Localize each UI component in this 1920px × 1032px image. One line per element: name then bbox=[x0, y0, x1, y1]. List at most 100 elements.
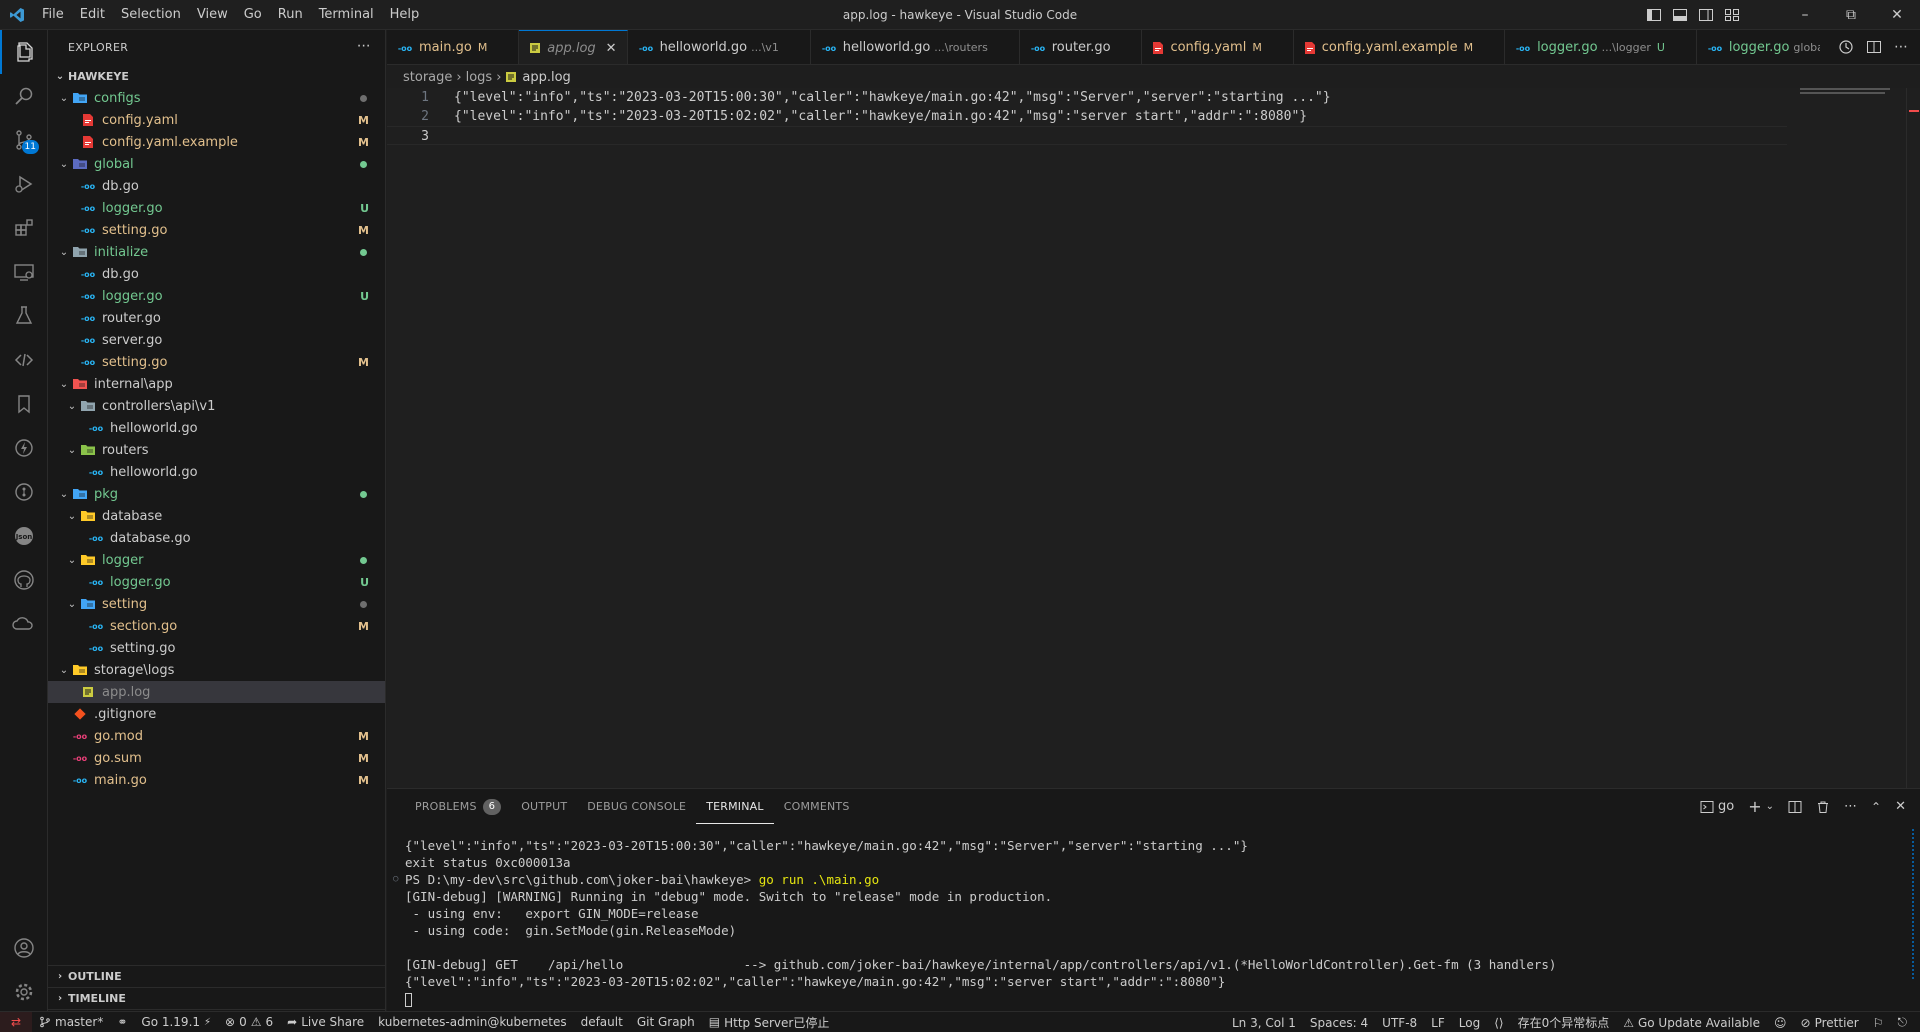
tree-file[interactable]: -oo router.go bbox=[48, 307, 385, 329]
maximize-panel-chevron-up-icon[interactable]: ⌃ bbox=[1871, 800, 1881, 814]
tree-folder[interactable]: ⌄ configs bbox=[48, 87, 385, 109]
sync-icon[interactable]: ⚭ bbox=[110, 1015, 134, 1029]
split-editor-icon[interactable] bbox=[1866, 39, 1882, 55]
tree-folder[interactable]: ⌄ internal\app bbox=[48, 373, 385, 395]
tree-file[interactable]: -oo logger.go U bbox=[48, 571, 385, 593]
workspace-root[interactable]: ⌄ HAWKEYE bbox=[48, 65, 385, 87]
problems-summary[interactable]: ⊗ 0 ⚠ 6 bbox=[218, 1015, 280, 1029]
tree-file[interactable]: -oo go.sum M bbox=[48, 747, 385, 769]
new-terminal-plus-icon[interactable]: + bbox=[1748, 797, 1761, 816]
tree-file[interactable]: -oo logger.go U bbox=[48, 285, 385, 307]
feedback-icon[interactable]: ⚐ bbox=[1866, 1016, 1891, 1030]
tree-file[interactable]: -oo setting.go bbox=[48, 637, 385, 659]
chevron-down-icon[interactable]: ⌄ bbox=[1766, 801, 1774, 812]
breadcrumb-item[interactable]: storage bbox=[403, 70, 452, 85]
menu-edit[interactable]: Edit bbox=[72, 0, 113, 30]
language-mode[interactable]: Log bbox=[1452, 1016, 1487, 1030]
testing-icon[interactable] bbox=[0, 294, 48, 338]
code-brackets-icon[interactable]: ⟨⟩ bbox=[1487, 1016, 1510, 1030]
code-line[interactable]: 1 {"level":"info","ts":"2023-03-20T15:00:… bbox=[387, 88, 1330, 107]
close-tab-icon[interactable]: ✕ bbox=[606, 41, 617, 56]
editor-scrollbar[interactable] bbox=[1906, 88, 1920, 788]
more-actions-icon[interactable]: ⋯ bbox=[1894, 39, 1908, 55]
terminal-output[interactable]: {"level":"info","ts":"2023-03-20T15:00:3… bbox=[393, 837, 1885, 1007]
tree-folder[interactable]: ⌄ initialize bbox=[48, 241, 385, 263]
github-icon[interactable] bbox=[0, 558, 48, 602]
kube-context[interactable]: kubernetes-admin@kubernetes bbox=[371, 1015, 573, 1029]
terminal-cursor-line[interactable] bbox=[405, 990, 1885, 1007]
tree-folder[interactable]: ⌄ storage\logs bbox=[48, 659, 385, 681]
tree-file[interactable]: -oo helloworld.go bbox=[48, 461, 385, 483]
panel-tab-output[interactable]: OUTPUT bbox=[511, 789, 577, 824]
tree-file[interactable]: -oo section.go M bbox=[48, 615, 385, 637]
menu-terminal[interactable]: Terminal bbox=[311, 0, 382, 30]
breadcrumb-item-current[interactable]: app.log bbox=[522, 70, 570, 85]
editor-tab[interactable]: -oohelloworld.go...\routers✕ bbox=[811, 30, 1020, 64]
kube-namespace[interactable]: default bbox=[574, 1015, 630, 1029]
editor-tab[interactable]: -oomain.goM✕ bbox=[387, 30, 520, 64]
editor-tab[interactable]: config.yaml.exampleM✕ bbox=[1294, 30, 1506, 64]
toggle-panel-icon[interactable] bbox=[1672, 7, 1688, 23]
accounts-icon[interactable] bbox=[0, 926, 48, 970]
git-branch[interactable]: master* bbox=[32, 1015, 110, 1029]
tree-file[interactable]: app.log bbox=[48, 681, 385, 703]
tree-file[interactable]: config.yaml.example M bbox=[48, 131, 385, 153]
more-actions-icon[interactable]: ⋯ bbox=[1844, 799, 1857, 814]
tree-file[interactable]: -oo go.mod M bbox=[48, 725, 385, 747]
code-editor[interactable]: 1 {"level":"info","ts":"2023-03-20T15:00:… bbox=[387, 88, 1920, 788]
trash-icon[interactable] bbox=[1816, 800, 1830, 814]
explorer-icon[interactable] bbox=[0, 30, 48, 74]
code-line[interactable]: 2 {"level":"info","ts":"2023-03-20T15:02:… bbox=[387, 107, 1307, 126]
http-server[interactable]: ▤ Http Server已停止 bbox=[702, 1014, 837, 1031]
tree-file[interactable]: -oo main.go M bbox=[48, 769, 385, 791]
json-icon[interactable]: Json bbox=[0, 514, 48, 558]
go-update[interactable]: ⚠ Go Update Available bbox=[1616, 1016, 1767, 1030]
editor-tab[interactable]: -oohelloworld.go...\v1✕ bbox=[628, 30, 811, 64]
toggle-secondary-sidebar-icon[interactable] bbox=[1698, 7, 1714, 23]
panel-tab-debug-console[interactable]: DEBUG CONSOLE bbox=[577, 789, 696, 824]
git-graph[interactable]: Git Graph bbox=[630, 1015, 702, 1029]
toggle-primary-sidebar-icon[interactable] bbox=[1646, 7, 1662, 23]
encoding[interactable]: UTF-8 bbox=[1375, 1016, 1424, 1030]
editor-tab[interactable]: -oologger.go...\loggerU✕ bbox=[1505, 30, 1697, 64]
notifications-bell-icon[interactable]: ⎋ bbox=[1891, 1015, 1915, 1030]
menu-run[interactable]: Run bbox=[270, 0, 311, 30]
restore-icon[interactable]: ⧉ bbox=[1828, 0, 1874, 30]
panel-tab-problems[interactable]: PROBLEMS 6 bbox=[405, 789, 511, 824]
timeline-section[interactable]: › TIMELINE bbox=[48, 987, 386, 1009]
gitlens-icon[interactable] bbox=[0, 470, 48, 514]
live-share[interactable]: ➦ Live Share bbox=[280, 1015, 371, 1029]
live-share-code-icon[interactable] bbox=[0, 338, 48, 382]
manage-gear-icon[interactable] bbox=[0, 970, 48, 1014]
tree-folder[interactable]: ⌄ database bbox=[48, 505, 385, 527]
tree-folder[interactable]: ⌄ pkg bbox=[48, 483, 385, 505]
menu-view[interactable]: View bbox=[189, 0, 236, 30]
tree-folder[interactable]: ⌄ controllers\api\v1 bbox=[48, 395, 385, 417]
tree-folder[interactable]: ⌄ setting bbox=[48, 593, 385, 615]
extensions-icon[interactable] bbox=[0, 206, 48, 250]
tree-folder[interactable]: ⌄ logger bbox=[48, 549, 385, 571]
remote-explorer-icon[interactable] bbox=[0, 250, 48, 294]
terminal-scrollbar[interactable] bbox=[1912, 829, 1916, 979]
line-ending[interactable]: LF bbox=[1424, 1016, 1452, 1030]
panel-tab-terminal[interactable]: TERMINAL bbox=[696, 789, 774, 824]
menu-go[interactable]: Go bbox=[236, 0, 270, 30]
close-panel-icon[interactable]: ✕ bbox=[1895, 799, 1906, 814]
editor-tab[interactable]: -oorouter.go✕ bbox=[1020, 30, 1143, 64]
run-debug-icon[interactable] bbox=[0, 162, 48, 206]
tree-file[interactable]: -oo database.go bbox=[48, 527, 385, 549]
minimap[interactable] bbox=[1796, 88, 1906, 788]
copilot-icon[interactable]: ☺ bbox=[1767, 1016, 1794, 1030]
menu-file[interactable]: File bbox=[34, 0, 72, 30]
code-line[interactable]: 3 bbox=[387, 126, 1787, 145]
tree-file[interactable]: -oo logger.go U bbox=[48, 197, 385, 219]
editor-tab[interactable]: app.log ✕ bbox=[519, 30, 628, 64]
source-control-icon[interactable]: 11 bbox=[0, 118, 48, 162]
outline-section[interactable]: › OUTLINE bbox=[48, 965, 386, 987]
more-actions-icon[interactable]: ⋯ bbox=[357, 38, 371, 54]
thunder-client-icon[interactable] bbox=[0, 426, 48, 470]
remote-indicator-icon[interactable]: ⇄ bbox=[0, 1011, 32, 1032]
search-icon[interactable] bbox=[0, 74, 48, 118]
punctuation-check[interactable]: 存在0个异常标点 bbox=[1511, 1014, 1617, 1031]
timeline-history-icon[interactable] bbox=[1838, 39, 1854, 55]
